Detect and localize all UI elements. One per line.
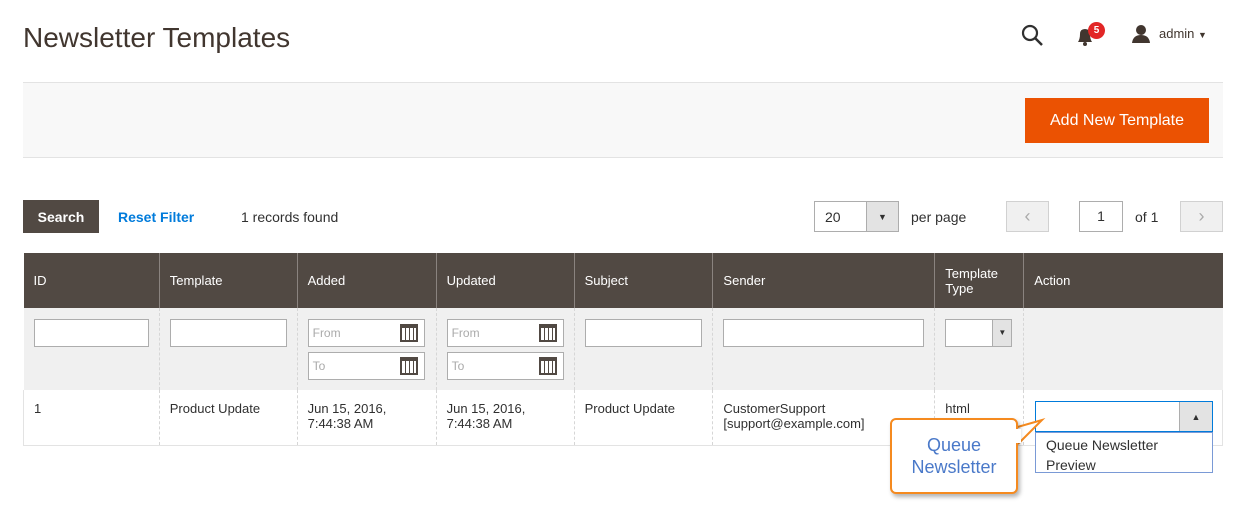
chevron-left-icon: ‹ [1024,206,1031,226]
updated-to-input[interactable]: To [446,352,564,380]
next-page-button[interactable]: › [1180,201,1223,232]
subject-filter-input[interactable] [584,319,703,347]
page-input[interactable]: 1 [1079,201,1123,232]
reset-filter-link[interactable]: Reset Filter [118,209,194,225]
action-dropdown-menu: Queue Newsletter Preview [1035,432,1213,473]
chevron-right-icon: › [1198,206,1205,226]
user-menu[interactable]: admin ▼ [1159,26,1207,41]
cell-subject: Product Update [573,390,713,446]
updated-from-input[interactable]: From [446,319,564,347]
notification-badge: 5 [1088,22,1105,39]
action-select[interactable]: ▲ [1035,401,1213,432]
search-icon[interactable] [1021,24,1045,48]
calendar-icon[interactable] [538,324,557,342]
column-header-updated[interactable]: Updated [435,253,575,308]
user-name: admin [1159,26,1195,41]
cell-id: 1 [23,390,160,446]
callout-pointer-mask [1014,429,1021,443]
search-button[interactable]: Search [23,200,99,233]
per-page-select[interactable]: 20 ▼ [814,201,899,232]
placeholder: From [451,326,480,340]
chevron-down-icon: ▼ [992,320,1012,346]
chevron-down-icon: ▼ [1198,30,1207,40]
cell-updated: Jun 15, 2016, 7:44:38 AM [435,390,575,446]
menu-item-preview[interactable]: Preview [1046,455,1202,475]
template-filter-input[interactable] [169,319,287,347]
column-header-id[interactable]: ID [23,253,160,308]
chevron-down-icon: ▼ [866,202,898,231]
cell-added: Jun 15, 2016, 7:44:38 AM [296,390,437,446]
column-header-template-type[interactable]: Template Type [934,253,1024,308]
column-header-action: Action [1023,253,1223,308]
chevron-up-icon: ▲ [1179,402,1212,431]
user-icon[interactable] [1131,24,1151,44]
page-count: of 1 [1135,209,1159,225]
cell-template: Product Update [158,390,298,446]
template-type-filter-select[interactable]: ▼ [945,319,1013,347]
per-page-label: per page [911,209,967,225]
id-filter-input[interactable] [33,319,149,347]
placeholder: From [312,326,341,340]
sender-filter-input[interactable] [723,319,925,347]
column-header-template[interactable]: Template [158,253,298,308]
added-to-input[interactable]: To [307,352,425,380]
page-actions-bar: Add New Template [23,82,1223,158]
records-found: 1 records found [241,209,339,225]
calendar-icon[interactable] [399,357,418,375]
per-page-value: 20 [825,209,841,225]
placeholder: To [312,359,326,373]
add-new-template-button[interactable]: Add New Template [1025,98,1209,143]
menu-item-queue-newsletter[interactable]: Queue Newsletter [1046,435,1202,455]
callout-queue-newsletter: Queue Newsletter [890,418,1018,494]
calendar-icon[interactable] [538,357,557,375]
calendar-icon[interactable] [399,324,418,342]
column-header-added[interactable]: Added [296,253,437,308]
added-from-input[interactable]: From [307,319,425,347]
placeholder: To [451,359,465,373]
previous-page-button[interactable]: ‹ [1006,201,1049,232]
column-header-subject[interactable]: Subject [573,253,713,308]
page-title: Newsletter Templates [23,22,291,53]
column-header-sender[interactable]: Sender [712,253,935,308]
